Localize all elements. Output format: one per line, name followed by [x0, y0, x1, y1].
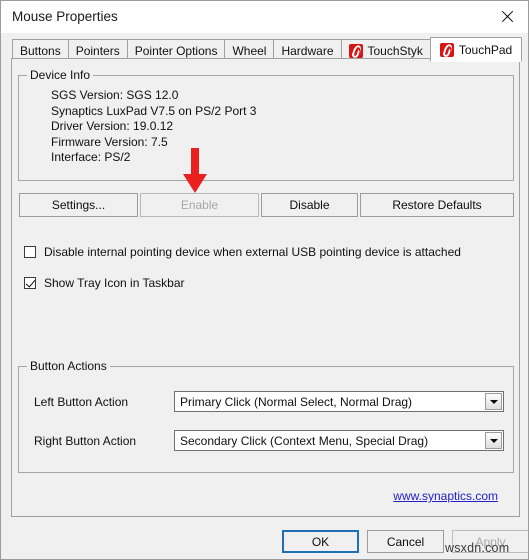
ok-button[interactable]: OK [282, 530, 359, 553]
checkbox-box[interactable] [24, 246, 36, 258]
chevron-down-icon[interactable] [485, 393, 502, 410]
checkbox-disable-internal-pointing-device[interactable]: Disable internal pointing device when ex… [24, 245, 461, 259]
select-value: Primary Click (Normal Select, Normal Dra… [180, 394, 413, 409]
title-bar: Mouse Properties [1, 1, 528, 33]
tab-label: Pointers [75, 43, 120, 58]
button-label: Cancel [386, 534, 425, 549]
tab-label: TouchPad [458, 42, 513, 57]
synaptics-logo-icon [348, 43, 363, 58]
button-label: Restore Defaults [392, 198, 482, 212]
restore-defaults-button[interactable]: Restore Defaults [360, 193, 514, 217]
tab-label: Buttons [20, 43, 61, 58]
tab-touchpad[interactable]: TouchPad [429, 37, 523, 62]
device-info-line: SGS Version: SGS 12.0 [51, 88, 179, 102]
device-info-group: Device Info SGS Version: SGS 12.0 Synapt… [18, 68, 514, 181]
tab-label: Wheel [232, 43, 267, 58]
checkbox-label: Show Tray Icon in Taskbar [44, 276, 185, 290]
synaptics-logo-icon [439, 42, 454, 57]
checkbox-label: Disable internal pointing device when ex… [44, 245, 461, 259]
device-button-row: Settings... Enable Disable Restore Defau… [19, 193, 514, 217]
cancel-button[interactable]: Cancel [367, 530, 444, 553]
synaptics-website-link[interactable]: www.synaptics.com [393, 489, 498, 503]
right-button-action-label: Right Button Action [34, 433, 137, 448]
checkbox-box[interactable] [24, 277, 36, 289]
device-info-line: Driver Version: 19.0.12 [51, 119, 174, 133]
button-label: Disable [289, 198, 330, 212]
right-button-action-row: Right Button Action Secondary Click (Con… [34, 430, 504, 451]
chevron-down-icon[interactable] [485, 432, 502, 449]
device-info-text: SGS Version: SGS 12.0 Synaptics LuxPad V… [51, 88, 256, 166]
disable-button[interactable]: Disable [261, 193, 358, 217]
button-label: Enable [180, 198, 219, 212]
checkbox-show-tray-icon[interactable]: Show Tray Icon in Taskbar [24, 276, 185, 290]
button-actions-group: Button Actions [18, 359, 514, 473]
button-actions-legend: Button Actions [27, 359, 110, 373]
left-button-action-row: Left Button Action Primary Click (Normal… [34, 391, 504, 412]
device-info-line: Synaptics LuxPad V7.5 on PS/2 Port 3 [51, 103, 257, 118]
button-label: OK [311, 534, 330, 549]
left-button-action-label: Left Button Action [34, 394, 129, 409]
window-title: Mouse Properties [12, 9, 118, 24]
device-info-line: Firmware Version: 7.5 [51, 134, 168, 149]
device-info-line: Interface: PS/2 [51, 150, 131, 164]
tab-label: TouchStyk [367, 43, 423, 58]
settings-button[interactable]: Settings... [19, 193, 138, 217]
close-icon [500, 10, 514, 24]
watermark: wsxdn.com [445, 541, 510, 555]
tab-label: Pointer Options [134, 43, 218, 58]
touchpad-tab-panel: Device Info SGS Version: SGS 12.0 Synapt… [11, 58, 520, 517]
close-button[interactable] [484, 1, 528, 32]
left-button-action-select[interactable]: Primary Click (Normal Select, Normal Dra… [174, 391, 504, 412]
select-value: Secondary Click (Context Menu, Special D… [180, 433, 429, 448]
enable-button[interactable]: Enable [140, 193, 259, 217]
right-button-action-select[interactable]: Secondary Click (Context Menu, Special D… [174, 430, 504, 451]
mouse-properties-window: Mouse Properties Buttons Pointers Pointe… [0, 0, 529, 560]
device-info-legend: Device Info [27, 68, 94, 82]
tab-label: Hardware [281, 43, 334, 58]
button-label: Settings... [51, 198, 106, 212]
